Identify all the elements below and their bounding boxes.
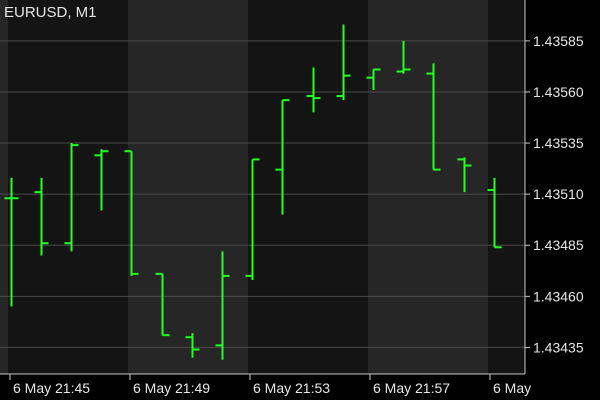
x-tick-label: 6 May 21:45 xyxy=(13,380,90,396)
y-tick-label: 1.43535 xyxy=(533,135,584,151)
time-bands xyxy=(0,0,525,374)
x-tick-label: 6 May 21:53 xyxy=(253,380,330,396)
x-axis-ticks: 6 May 21:45 6 May 21:49 6 May 21:53 6 May 2… xyxy=(9,374,531,396)
time-band xyxy=(0,0,8,374)
ohlc-chart-svg: 1.43585 1.43560 1.43535 1.43510 1.43485 1.434… xyxy=(0,0,584,396)
x-tick-label: 6 May 21:57 xyxy=(373,380,450,396)
price-chart[interactable]: 1.43585 1.43560 1.43535 1.43510 1.43485 1.434… xyxy=(0,0,600,400)
chart-title: EURUSD, M1 xyxy=(4,4,97,21)
time-band xyxy=(128,0,248,374)
time-band xyxy=(8,0,128,374)
x-tick-label: 6 May xyxy=(493,380,531,396)
y-tick-label: 1.43510 xyxy=(533,186,584,202)
y-tick-label: 1.43485 xyxy=(533,237,584,253)
y-tick-label: 1.43560 xyxy=(533,84,584,100)
time-band xyxy=(248,0,368,374)
y-tick-label: 1.43585 xyxy=(533,33,584,49)
y-tick-label: 1.43460 xyxy=(533,288,584,304)
x-tick-label: 6 May 21:49 xyxy=(133,380,210,396)
y-tick-label: 1.43435 xyxy=(533,339,584,355)
y-axis-ticks: 1.43585 1.43560 1.43535 1.43510 1.43485 1.434… xyxy=(525,33,584,355)
time-band xyxy=(368,0,488,374)
